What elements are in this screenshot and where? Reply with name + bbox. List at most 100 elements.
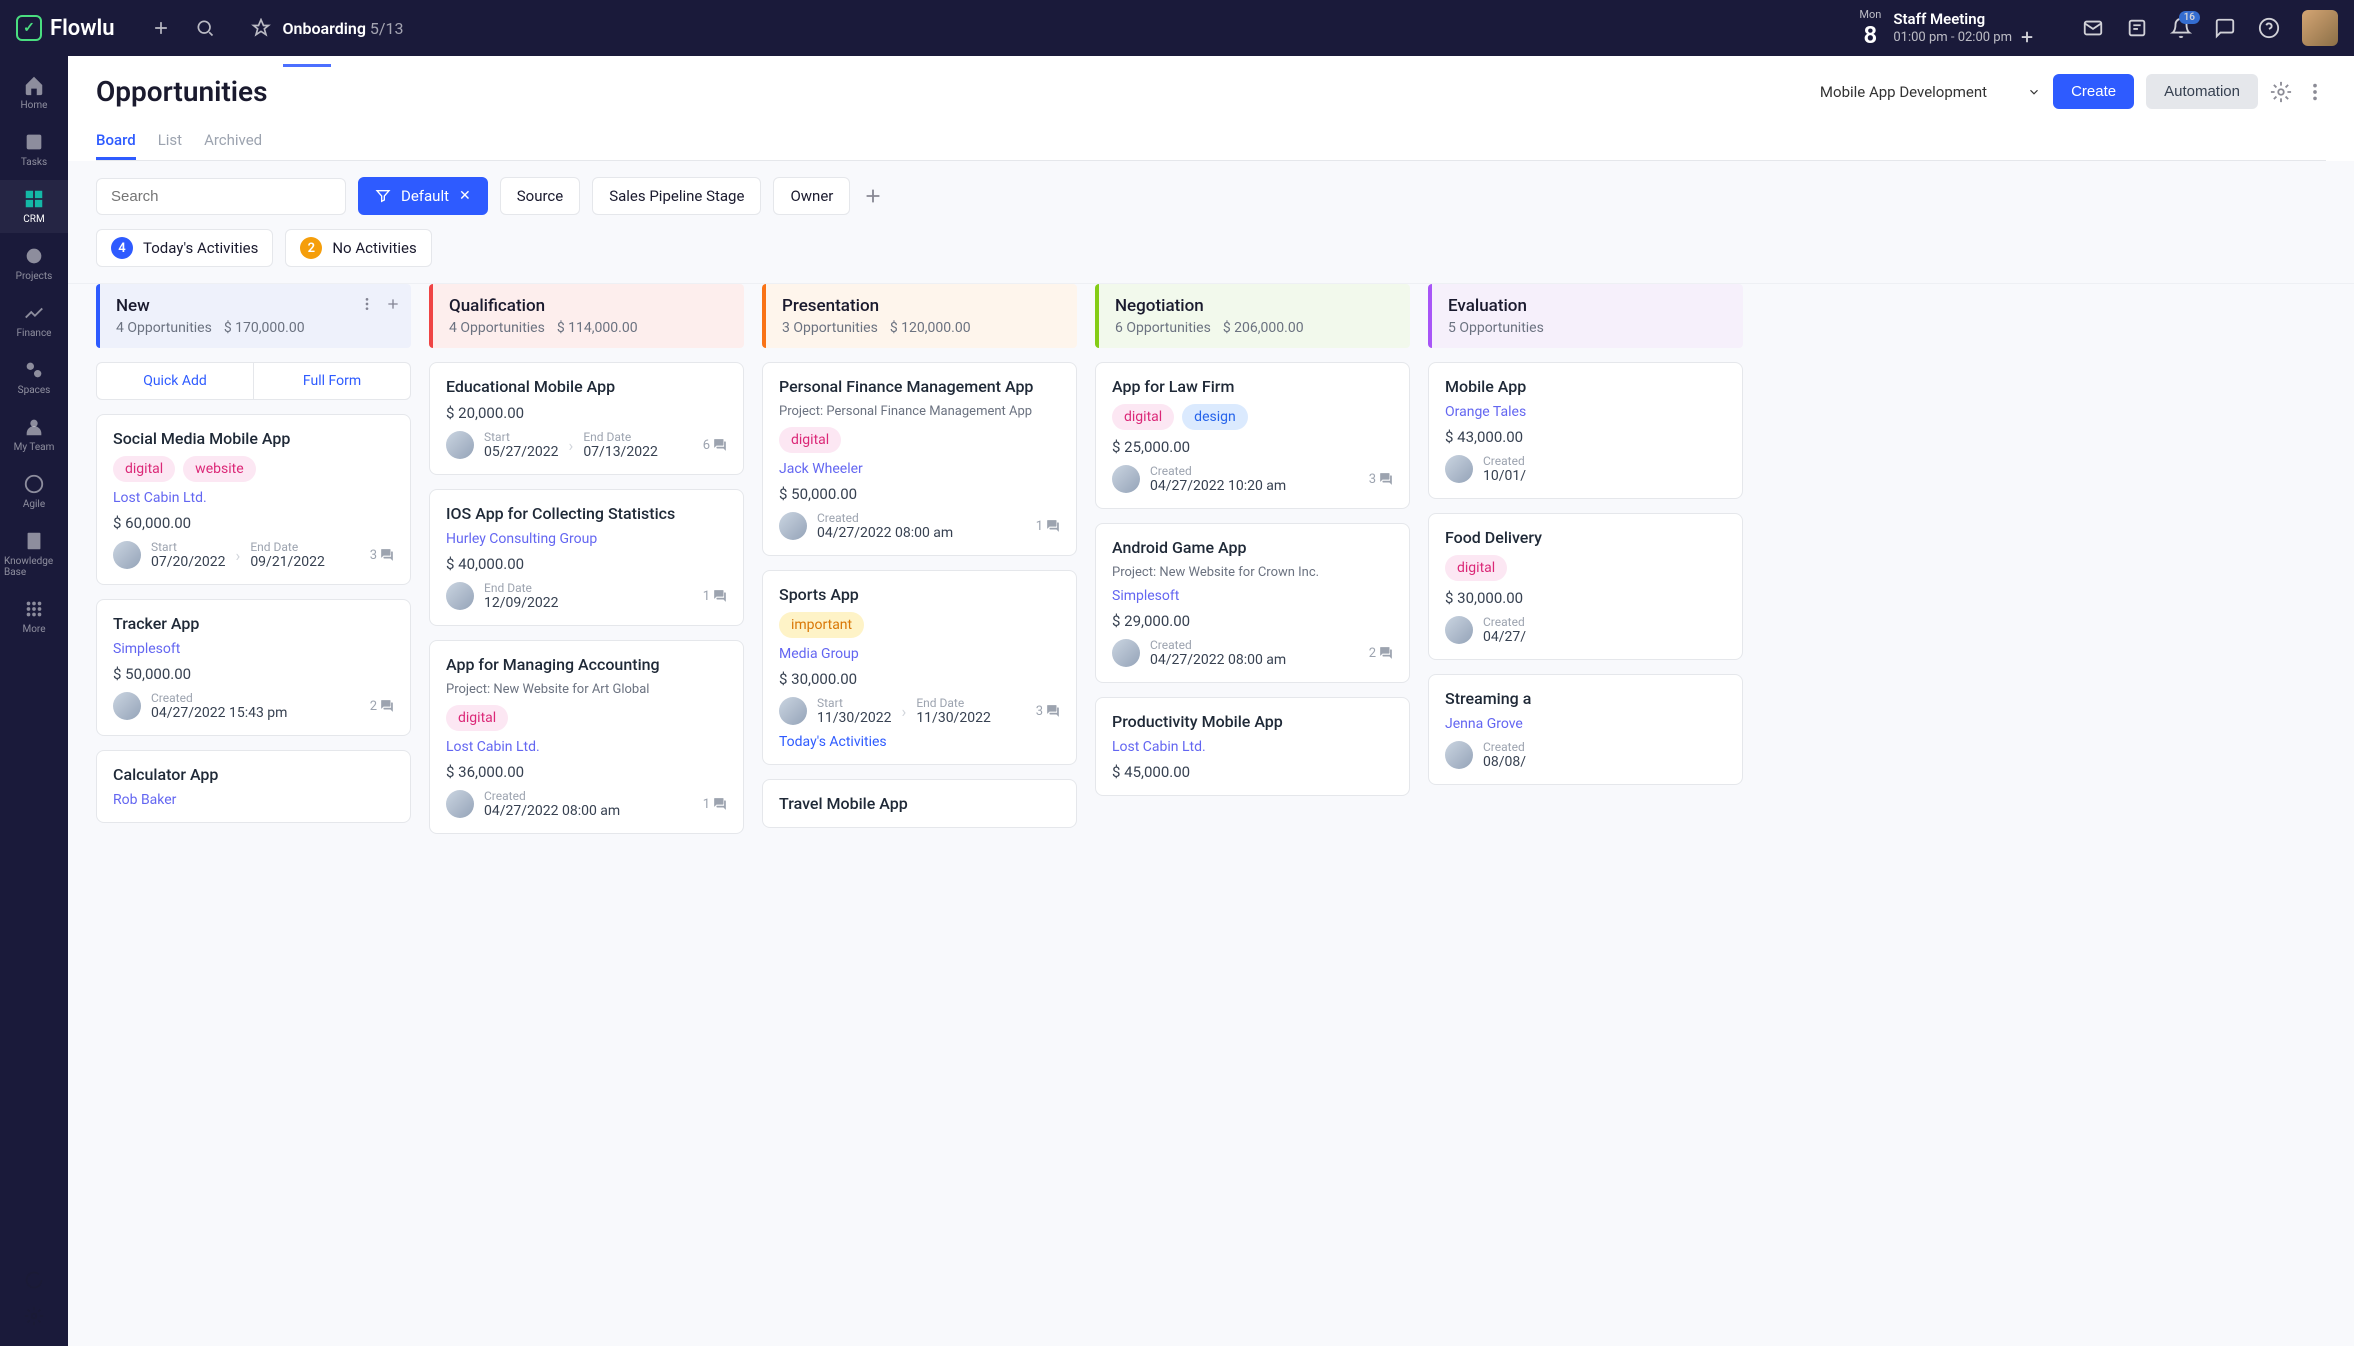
assignee-avatar[interactable]: [113, 541, 141, 569]
sidebar-item-team[interactable]: My Team: [0, 408, 68, 461]
card-tag[interactable]: digital: [446, 705, 508, 731]
comments-count[interactable]: 3: [1036, 704, 1060, 719]
close-icon[interactable]: ✕: [459, 188, 471, 204]
mail-icon[interactable]: [2082, 17, 2104, 39]
create-button[interactable]: Create: [2053, 74, 2134, 109]
sidebar-item-more[interactable]: More: [0, 590, 68, 643]
card-link[interactable]: Simplesoft: [1112, 588, 1393, 604]
tab-list[interactable]: List: [158, 123, 182, 160]
card-link[interactable]: Jenna Grove: [1445, 716, 1726, 732]
card-tag[interactable]: website: [183, 456, 255, 482]
column-menu-icon[interactable]: [359, 296, 375, 312]
opportunity-card[interactable]: Mobile AppOrange Tales$ 43,000.00Created…: [1428, 362, 1743, 499]
sidebar-item-agile[interactable]: Agile: [0, 465, 68, 518]
logo[interactable]: ✓ Flowlu: [16, 15, 115, 41]
comments-count[interactable]: 2: [1369, 646, 1393, 661]
comments-count[interactable]: 1: [1036, 519, 1060, 534]
opportunity-card[interactable]: App for Managing AccountingProject: New …: [429, 640, 744, 834]
card-tag[interactable]: digital: [1445, 555, 1507, 581]
opportunity-card[interactable]: Tracker AppSimplesoft$ 50,000.00Created0…: [96, 599, 411, 736]
opportunity-card[interactable]: Android Game AppProject: New Website for…: [1095, 523, 1410, 683]
today-activities-chip[interactable]: 4 Today's Activities: [96, 229, 273, 267]
user-avatar[interactable]: [2302, 10, 2338, 46]
card-tag[interactable]: design: [1182, 404, 1248, 430]
filter-owner[interactable]: Owner: [773, 177, 850, 215]
sidebar-item-projects[interactable]: Projects: [0, 237, 68, 290]
sidebar-item-spaces[interactable]: Spaces: [0, 351, 68, 404]
onboarding-progress[interactable]: Onboarding 5/13: [251, 18, 404, 38]
assignee-avatar[interactable]: [1112, 639, 1140, 667]
sidebar-item-tasks[interactable]: Tasks: [0, 123, 68, 176]
calendar-widget[interactable]: Mon 8 Staff Meeting 01:00 pm - 02:00 pm: [1859, 8, 2036, 49]
comments-count[interactable]: 1: [703, 589, 727, 604]
plus-icon[interactable]: [151, 18, 171, 38]
chat-icon[interactable]: [2214, 17, 2236, 39]
full-form-button[interactable]: Full Form: [253, 363, 410, 399]
assignee-avatar[interactable]: [446, 582, 474, 610]
comments-count[interactable]: 3: [370, 548, 394, 563]
card-link[interactable]: Media Group: [779, 646, 1060, 662]
card-link[interactable]: Rob Baker: [113, 792, 394, 808]
card-link[interactable]: Lost Cabin Ltd.: [446, 739, 727, 755]
opportunity-card[interactable]: Educational Mobile App$ 20,000.00Start05…: [429, 362, 744, 475]
card-link[interactable]: Jack Wheeler: [779, 461, 1060, 477]
card-tag[interactable]: digital: [113, 456, 175, 482]
opportunity-card[interactable]: Food Deliverydigital$ 30,000.00Created04…: [1428, 513, 1743, 660]
sidebar-gear-icon[interactable]: [24, 1306, 44, 1326]
sidebar-item-kb[interactable]: Knowledge Base: [0, 522, 68, 586]
today-activities-link[interactable]: Today's Activities: [779, 734, 1060, 750]
card-tag[interactable]: digital: [779, 427, 841, 453]
filter-stage[interactable]: Sales Pipeline Stage: [592, 177, 761, 215]
bell-icon[interactable]: 16: [2170, 17, 2192, 39]
help-icon[interactable]: [2258, 17, 2280, 39]
assignee-avatar[interactable]: [113, 692, 141, 720]
sidebar-item-home[interactable]: Home: [0, 66, 68, 119]
gear-icon[interactable]: [2270, 81, 2292, 103]
assignee-avatar[interactable]: [446, 431, 474, 459]
comments-count[interactable]: 2: [370, 699, 394, 714]
opportunity-card[interactable]: Calculator AppRob Baker: [96, 750, 411, 823]
opportunity-card[interactable]: Sports AppimportantMedia Group$ 30,000.0…: [762, 570, 1077, 765]
filter-default[interactable]: Default ✕: [358, 177, 488, 215]
tab-archived[interactable]: Archived: [204, 123, 262, 160]
comments-count[interactable]: 6: [703, 438, 727, 453]
note-icon[interactable]: [2126, 17, 2148, 39]
search-input[interactable]: [96, 178, 346, 215]
card-link[interactable]: Lost Cabin Ltd.: [1112, 739, 1393, 755]
assignee-avatar[interactable]: [1445, 455, 1473, 483]
sidebar-refresh-icon[interactable]: [24, 1270, 44, 1290]
card-link[interactable]: Lost Cabin Ltd.: [113, 490, 394, 506]
add-event-icon[interactable]: [2018, 28, 2036, 46]
comments-count[interactable]: 3: [1369, 472, 1393, 487]
more-icon[interactable]: [2304, 81, 2326, 103]
column-add-icon[interactable]: [385, 296, 401, 312]
no-activities-chip[interactable]: 2 No Activities: [285, 229, 431, 267]
card-link[interactable]: Simplesoft: [113, 641, 394, 657]
tab-board[interactable]: Board: [96, 123, 136, 160]
comments-count[interactable]: 1: [703, 797, 727, 812]
card-tag[interactable]: important: [779, 612, 864, 638]
opportunity-card[interactable]: Productivity Mobile AppLost Cabin Ltd.$ …: [1095, 697, 1410, 796]
project-select[interactable]: Mobile App Development: [1820, 83, 2041, 101]
card-link[interactable]: Orange Tales: [1445, 404, 1726, 420]
card-tag[interactable]: digital: [1112, 404, 1174, 430]
automation-button[interactable]: Automation: [2146, 74, 2258, 109]
sidebar-item-crm[interactable]: CRM: [0, 180, 68, 233]
sidebar-item-finance[interactable]: Finance: [0, 294, 68, 347]
add-filter-icon[interactable]: [862, 185, 884, 207]
assignee-avatar[interactable]: [1445, 741, 1473, 769]
opportunity-card[interactable]: App for Law Firmdigitaldesign$ 25,000.00…: [1095, 362, 1410, 509]
assignee-avatar[interactable]: [779, 697, 807, 725]
opportunity-card[interactable]: Personal Finance Management AppProject: …: [762, 362, 1077, 556]
search-icon[interactable]: [195, 18, 215, 38]
quick-add-button[interactable]: Quick Add: [97, 363, 253, 399]
filter-source[interactable]: Source: [500, 177, 580, 215]
card-link[interactable]: Hurley Consulting Group: [446, 531, 727, 547]
opportunity-card[interactable]: IOS App for Collecting StatisticsHurley …: [429, 489, 744, 626]
opportunity-card[interactable]: Social Media Mobile AppdigitalwebsiteLos…: [96, 414, 411, 585]
assignee-avatar[interactable]: [446, 790, 474, 818]
assignee-avatar[interactable]: [1445, 616, 1473, 644]
opportunity-card[interactable]: Streaming aJenna GroveCreated08/08/: [1428, 674, 1743, 785]
opportunity-card[interactable]: Travel Mobile App: [762, 779, 1077, 828]
assignee-avatar[interactable]: [1112, 465, 1140, 493]
